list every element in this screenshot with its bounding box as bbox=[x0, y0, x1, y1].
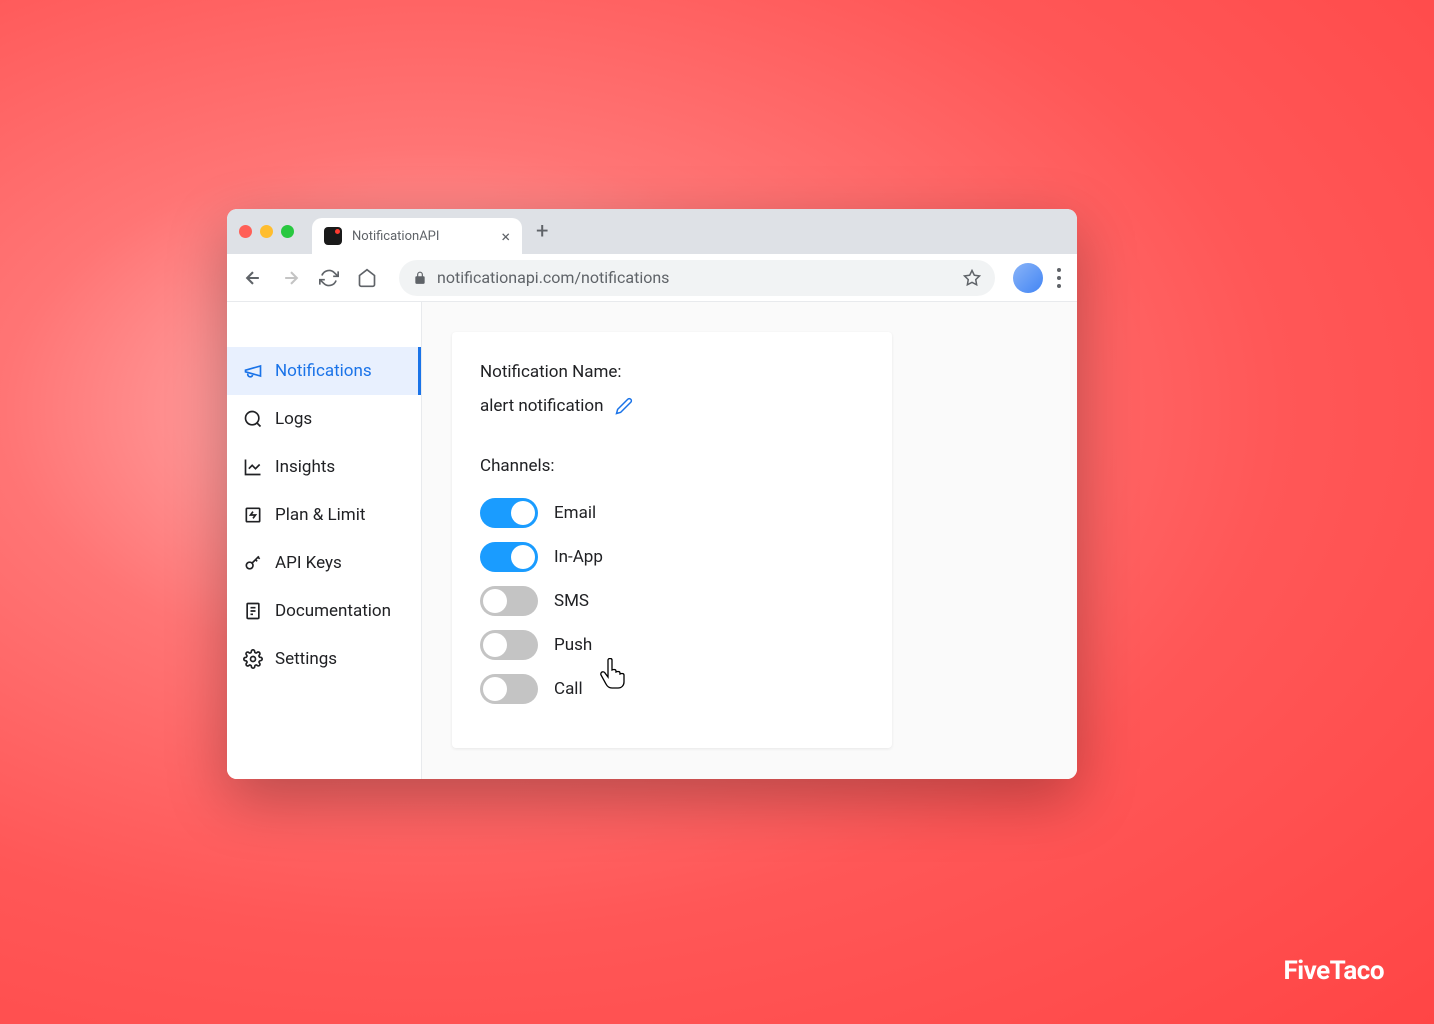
browser-window: NotificationAPI × + notificationapi.com/… bbox=[227, 209, 1077, 779]
channels-label: Channels: bbox=[480, 456, 864, 476]
home-button[interactable] bbox=[353, 264, 381, 292]
notification-name-label: Notification Name: bbox=[480, 362, 864, 382]
sidebar-item-label: Documentation bbox=[275, 601, 391, 621]
channel-label: SMS bbox=[554, 591, 589, 611]
sidebar-item-api-keys[interactable]: API Keys bbox=[227, 539, 421, 587]
watermark: FiveTaco bbox=[1283, 956, 1384, 986]
toggle-email[interactable] bbox=[480, 498, 538, 528]
back-button[interactable] bbox=[239, 264, 267, 292]
address-bar[interactable]: notificationapi.com/notifications bbox=[399, 260, 995, 296]
search-icon bbox=[243, 409, 263, 429]
app-content: Notifications Logs Insights Plan & Limit bbox=[227, 302, 1077, 779]
sidebar-item-label: Settings bbox=[275, 649, 337, 669]
notification-name-value: alert notification bbox=[480, 396, 603, 416]
toggle-push[interactable] bbox=[480, 630, 538, 660]
browser-tab-bar: NotificationAPI × + bbox=[227, 209, 1077, 254]
browser-toolbar: notificationapi.com/notifications bbox=[227, 254, 1077, 302]
tab-favicon bbox=[324, 227, 342, 245]
browser-tab[interactable]: NotificationAPI × bbox=[312, 218, 522, 254]
sidebar-item-label: Plan & Limit bbox=[275, 505, 365, 525]
channel-label: Call bbox=[554, 679, 583, 699]
key-icon bbox=[243, 553, 263, 573]
forward-button[interactable] bbox=[277, 264, 305, 292]
window-controls bbox=[239, 225, 294, 238]
reload-button[interactable] bbox=[315, 264, 343, 292]
sidebar-item-plan-limit[interactable]: Plan & Limit bbox=[227, 491, 421, 539]
sidebar-item-label: Notifications bbox=[275, 361, 372, 381]
channel-label: In-App bbox=[554, 547, 603, 567]
channel-row-inapp: In-App bbox=[480, 542, 864, 572]
box-icon bbox=[243, 505, 263, 525]
toggle-inapp[interactable] bbox=[480, 542, 538, 572]
browser-menu-button[interactable] bbox=[1053, 268, 1065, 288]
sidebar-item-label: Insights bbox=[275, 457, 335, 477]
window-close-button[interactable] bbox=[239, 225, 252, 238]
channel-label: Email bbox=[554, 503, 596, 523]
window-minimize-button[interactable] bbox=[260, 225, 273, 238]
main-content: Notification Name: alert notification Ch… bbox=[422, 302, 1077, 779]
toggle-sms[interactable] bbox=[480, 586, 538, 616]
channel-row-email: Email bbox=[480, 498, 864, 528]
sidebar-item-insights[interactable]: Insights bbox=[227, 443, 421, 491]
channel-row-push: Push bbox=[480, 630, 864, 660]
sidebar-item-label: API Keys bbox=[275, 553, 342, 573]
sidebar-item-label: Logs bbox=[275, 409, 312, 429]
toggle-call[interactable] bbox=[480, 674, 538, 704]
tab-close-button[interactable]: × bbox=[501, 227, 510, 246]
profile-avatar[interactable] bbox=[1013, 263, 1043, 293]
chart-icon bbox=[243, 457, 263, 477]
sidebar: Notifications Logs Insights Plan & Limit bbox=[227, 302, 422, 779]
bookmark-star-icon[interactable] bbox=[963, 269, 981, 287]
lock-icon bbox=[413, 271, 427, 285]
window-maximize-button[interactable] bbox=[281, 225, 294, 238]
document-icon bbox=[243, 601, 263, 621]
sidebar-item-logs[interactable]: Logs bbox=[227, 395, 421, 443]
url-text: notificationapi.com/notifications bbox=[437, 268, 669, 287]
edit-name-button[interactable] bbox=[615, 397, 633, 415]
sidebar-item-documentation[interactable]: Documentation bbox=[227, 587, 421, 635]
channel-row-sms: SMS bbox=[480, 586, 864, 616]
sidebar-item-settings[interactable]: Settings bbox=[227, 635, 421, 683]
channel-label: Push bbox=[554, 635, 592, 655]
tab-title: NotificationAPI bbox=[352, 229, 439, 244]
megaphone-icon bbox=[243, 361, 263, 381]
gear-icon bbox=[243, 649, 263, 669]
channel-row-call: Call bbox=[480, 674, 864, 704]
sidebar-item-notifications[interactable]: Notifications bbox=[227, 347, 421, 395]
new-tab-button[interactable]: + bbox=[536, 219, 548, 244]
notification-name-row: alert notification bbox=[480, 396, 864, 416]
notification-card: Notification Name: alert notification Ch… bbox=[452, 332, 892, 748]
